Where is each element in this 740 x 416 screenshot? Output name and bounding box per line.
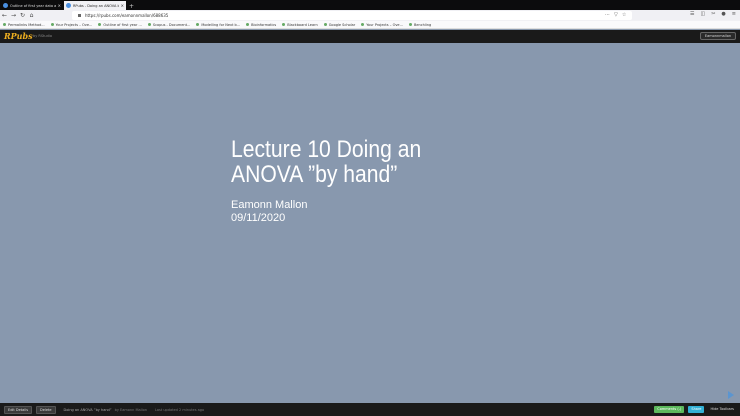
slide-title: Lecture 10 Doing an ANOVA ”by hand” [231,136,422,188]
browser-tab-outline[interactable]: Outline of first year data anal... × [1,1,63,10]
bookmark-item[interactable]: Modelling for Next b... [196,23,240,27]
tab-close-icon[interactable]: × [121,3,124,8]
new-tab-button[interactable]: + [129,3,134,10]
bookmark-favicon-icon [246,23,250,26]
bookmark-label: Your Projects – Ove... [366,22,403,27]
url-actions: ⋯ ▽ ☆ [605,12,626,18]
url-text: https://rpubs.com/eamonnmallon/688635 [85,13,169,18]
bookmark-favicon-icon [50,23,54,26]
bookmark-label: Permalinks Method... [8,22,45,27]
bookmark-item[interactable]: Your Projects – Ove... [50,22,93,27]
bookmark-favicon-icon [361,23,365,26]
bookmark-favicon-icon [408,23,412,26]
bookmark-label: Benchling [413,22,432,27]
rpubs-subtitle: by RStudio [33,34,52,38]
bookmark-label: Outline of first year ... [103,22,142,27]
slide-date: 09/11/2020 [231,212,286,224]
reload-icon[interactable]: ↻ [18,12,27,19]
forward-arrow-icon[interactable]: → [9,12,18,19]
rpubs-header: RPubs by RStudio Eamonnmallon [0,30,740,43]
library-icon[interactable]: ☰ [690,11,694,17]
account-icon[interactable]: ● [721,11,725,17]
bookmark-favicon-icon [196,23,200,26]
bookmark-favicon-icon [147,23,151,26]
browser-nav-bar: ← → ↻ ⌂ https://rpubs.com/eamonnmallon/6… [0,10,740,21]
hide-toolbars-button[interactable]: Hide Toolbars [708,406,736,413]
bookmark-item[interactable]: Blackboard Learn [282,22,318,27]
back-arrow-icon[interactable]: ← [0,12,9,19]
delete-button[interactable]: Delete [36,405,56,414]
bookmark-item[interactable]: Permalinks Method... [3,23,45,27]
next-slide-icon[interactable] [728,391,734,399]
rpubs-logo[interactable]: RPubs [4,31,33,41]
comments-button[interactable]: Comments (-) [654,406,685,413]
bookmark-label: Google Scholar [328,22,356,27]
browser-tab-rpubs[interactable]: RPubs - Doing an ANOVA by h... × [64,1,126,10]
page-actions-icon[interactable]: ⋯ [605,12,610,18]
document-title: Doing an ANOVA ”by hand” [63,407,112,412]
lock-icon [78,14,81,17]
edit-details-button[interactable]: Edit Details [4,405,33,414]
tab-favicon-icon [3,3,8,8]
bookmark-label: Blackboard Learn [287,22,318,27]
tab-close-icon[interactable]: × [58,3,61,8]
tab-title: Outline of first year data anal... [10,3,56,8]
tab-title: RPubs - Doing an ANOVA by h... [73,3,119,8]
footer-actions: Comments (-) Share Hide Toolbars [654,406,736,413]
bookmark-star-icon[interactable]: ☆ [622,12,626,18]
bookmarks-bar: Permalinks Method... Your Projects – Ove… [0,21,740,29]
bookmark-label: Scopus - Document... [152,22,191,27]
bookmark-favicon-icon [3,23,6,26]
bookmark-item[interactable]: Google Scholar [323,22,356,27]
menu-icon[interactable]: ≡ [732,11,736,17]
bookmark-item[interactable]: Bioinformatics [246,23,276,27]
url-bar[interactable]: https://rpubs.com/eamonnmallon/688635 [72,11,632,20]
share-button[interactable]: Share [688,406,705,413]
screenshot-icon[interactable]: ✂ [711,11,715,17]
tab-favicon-icon [66,3,71,8]
bookmark-item[interactable]: Outline of first year ... [98,22,142,27]
bookmark-item[interactable]: Benchling [408,22,432,27]
bookmark-item[interactable]: Scopus - Document... [147,22,191,27]
bookmark-label: Your Projects – Ove... [55,22,93,27]
last-updated: Last updated 2 minutes ago [154,407,205,412]
slide-author: Eamonn Mallon [231,199,308,211]
bookmark-favicon-icon [323,23,327,26]
bookmark-label: Bioinformatics [251,22,277,27]
bookmark-favicon-icon [98,23,102,26]
toolbar-icons: ☰ ◫ ✂ ● ≡ [690,11,736,17]
document-author: by Eamonn Mallon [114,407,147,412]
browser-tab-bar: Outline of first year data anal... × RPu… [0,0,740,10]
home-icon[interactable]: ⌂ [27,12,36,19]
user-menu-button[interactable]: Eamonnmallon [700,32,736,40]
sidebar-icon[interactable]: ◫ [700,11,705,17]
bookmark-label: Modelling for Next b... [201,22,241,27]
rpubs-footer: Edit Details Delete Doing an ANOVA ”by h… [0,403,740,416]
pocket-icon[interactable]: ▽ [614,12,618,18]
bookmark-favicon-icon [282,23,286,26]
bookmark-item[interactable]: Your Projects – Ove... [361,23,403,27]
